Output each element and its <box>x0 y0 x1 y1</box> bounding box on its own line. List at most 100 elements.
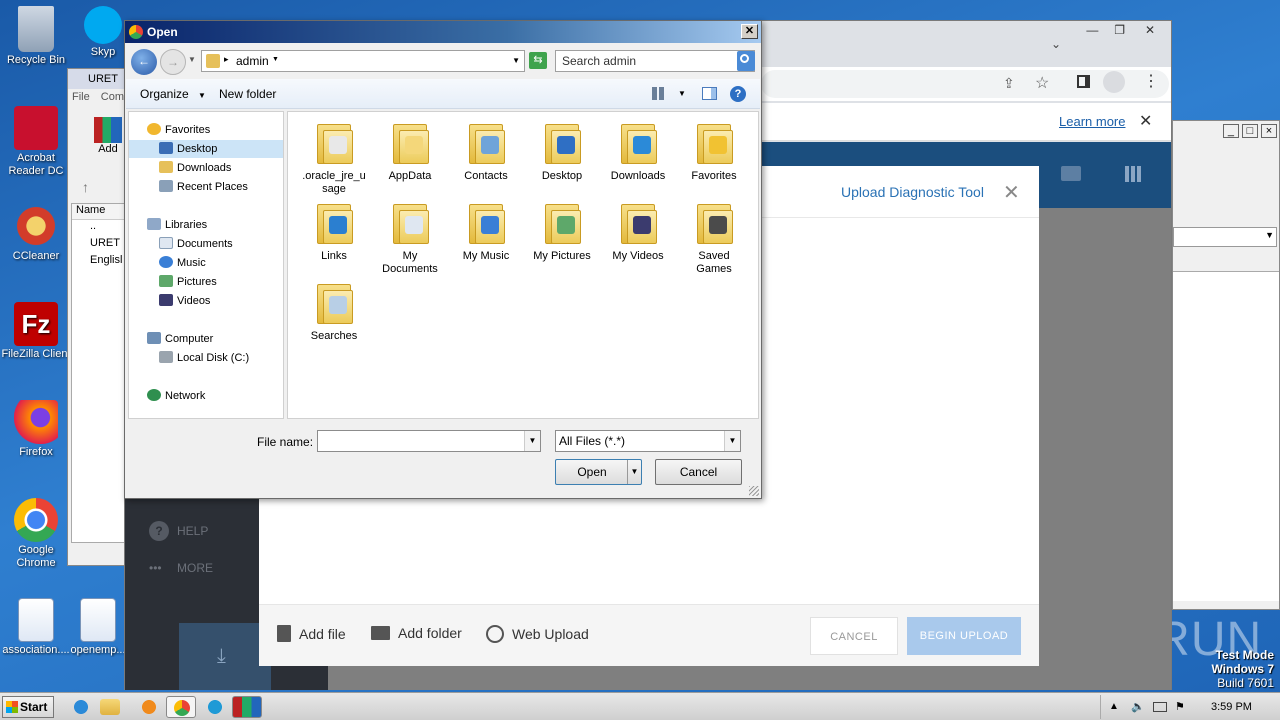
tray-expand-icon[interactable]: ▲ <box>1109 695 1119 719</box>
list-item[interactable]: .. <box>72 220 124 237</box>
folder-item[interactable]: Favorites <box>680 120 748 183</box>
nav-network[interactable]: Network <box>147 387 205 405</box>
file-type-select[interactable]: All Files (*.*) ▼ <box>555 430 741 452</box>
sidebar-item-help[interactable]: ? HELP <box>149 521 208 541</box>
folder-item[interactable]: My Videos <box>604 200 672 263</box>
desktop-icon-association-doc[interactable]: association.... <box>0 598 74 657</box>
address-history-chevron-icon[interactable]: ▼ <box>512 56 520 65</box>
folder-item[interactable]: Saved Games <box>680 200 748 276</box>
start-button[interactable]: Start <box>2 696 54 718</box>
sidebar-item-more[interactable]: ••• MORE <box>149 561 213 575</box>
breadcrumb-chevron-icon[interactable]: ▼ <box>272 56 279 63</box>
taskbar-winrar-icon[interactable] <box>232 696 262 718</box>
desktop-icon-chrome[interactable]: Google Chrome <box>0 498 74 570</box>
change-view-icon[interactable] <box>652 87 665 100</box>
nav-libraries[interactable]: Libraries <box>147 216 207 234</box>
learn-more-link[interactable]: Learn more <box>1059 114 1125 129</box>
apps-grid-icon[interactable] <box>1125 166 1141 182</box>
desktop-icon-acrobat[interactable]: Acrobat Reader DC <box>0 106 74 178</box>
desktop-icon-ccleaner[interactable]: CCleaner <box>0 204 74 263</box>
folder-item[interactable]: My Pictures <box>528 200 596 263</box>
preview-pane-icon[interactable] <box>702 87 717 100</box>
nav-local-disk[interactable]: Local Disk (C:) <box>159 349 249 367</box>
taskbar-ie-icon[interactable] <box>68 696 94 718</box>
desktop-icon-openemp-doc[interactable]: openemp... <box>68 598 128 657</box>
chevron-down-icon[interactable]: ▼ <box>724 431 740 451</box>
folder-item[interactable]: Searches <box>300 280 368 343</box>
folder-item[interactable]: Contacts <box>452 120 520 183</box>
desktop-icon-filezilla[interactable]: Fz FileZilla Client <box>0 302 74 361</box>
taskbar-explorer-icon[interactable] <box>100 699 120 715</box>
list-item[interactable]: URET <box>72 237 124 254</box>
desktop-icon-firefox[interactable]: Firefox <box>0 400 74 459</box>
nav-desktop[interactable]: Desktop <box>129 140 283 158</box>
uret-window[interactable]: URET File Com Add ↑ Name .. URET Englisl <box>67 68 127 566</box>
folder-item[interactable]: AppData <box>376 120 444 183</box>
desktop-icon-skype[interactable]: Skyp <box>80 6 126 59</box>
dialog-close-button[interactable]: ✕ <box>741 24 758 39</box>
view-chevron-icon[interactable]: ▼ <box>678 89 686 98</box>
nav-documents[interactable]: Documents <box>159 235 233 253</box>
restore-icon[interactable]: ❐ <box>1108 23 1132 37</box>
combo-box[interactable]: ▼ <box>1173 227 1277 247</box>
taskbar-edge-icon[interactable] <box>202 696 228 718</box>
web-upload-button[interactable]: Web Upload <box>486 625 589 643</box>
breadcrumb-admin[interactable]: admin <box>236 54 269 68</box>
nav-recent-places[interactable]: Recent Places <box>159 178 248 196</box>
uret-up-arrow-icon[interactable]: ↑ <box>82 179 89 195</box>
list-item[interactable]: Englisl <box>72 254 124 271</box>
menu-file[interactable]: File <box>72 91 90 103</box>
new-folder-button[interactable]: New folder <box>219 87 276 101</box>
resize-grip-icon[interactable] <box>749 486 759 496</box>
search-button[interactable] <box>737 51 755 71</box>
maximize-icon[interactable]: □ <box>1241 124 1258 138</box>
tab-search-chevron-icon[interactable]: ⌄ <box>1051 37 1061 51</box>
add-folder-button[interactable]: Add folder <box>371 625 462 641</box>
minimize-icon[interactable]: _ <box>1222 124 1239 138</box>
breadcrumb-separator-icon[interactable]: ▸ <box>224 54 229 65</box>
bookmark-star-icon[interactable]: ☆ <box>1035 73 1049 93</box>
menu-commands[interactable]: Com <box>101 91 124 103</box>
close-icon[interactable]: ✕ <box>1135 23 1165 37</box>
nav-music[interactable]: Music <box>159 254 206 272</box>
back-button[interactable]: ← <box>131 49 157 75</box>
taskbar-chrome-icon[interactable] <box>166 696 196 718</box>
organize-button[interactable]: Organize ▼ <box>140 87 206 101</box>
forward-button[interactable]: → <box>160 49 186 75</box>
folder-item[interactable]: Downloads <box>604 120 672 183</box>
clock[interactable]: 3:59 PM <box>1211 695 1252 719</box>
volume-icon[interactable]: 🔈 <box>1131 695 1145 719</box>
help-icon[interactable]: ? <box>730 86 746 102</box>
side-panel-icon[interactable] <box>1077 75 1090 88</box>
download-tile[interactable]: ⤓ <box>179 623 271 690</box>
taskbar-media-player-icon[interactable] <box>136 696 162 718</box>
file-name-input[interactable]: ▼ <box>317 430 541 452</box>
nav-downloads[interactable]: Downloads <box>159 159 231 177</box>
nav-pictures[interactable]: Pictures <box>159 273 217 291</box>
open-button[interactable]: Open ▼ <box>555 459 642 485</box>
address-bar[interactable]: ▸ admin ▼ ▼ <box>201 50 525 72</box>
desktop-icon-recycle-bin[interactable]: Recycle Bin <box>0 6 74 67</box>
cancel-dialog-button[interactable]: Cancel <box>655 459 742 485</box>
folder-item[interactable]: My Music <box>452 200 520 263</box>
close-icon[interactable]: × <box>1261 124 1277 138</box>
nav-computer[interactable]: Computer <box>147 330 213 348</box>
folder-item[interactable]: My Documents <box>376 200 444 276</box>
col-header-name[interactable]: Name <box>72 204 124 220</box>
begin-upload-button[interactable]: BEGIN UPLOAD <box>907 617 1021 655</box>
folder-item[interactable]: Desktop <box>528 120 596 183</box>
background-window-right[interactable]: _ □ × ▼ <box>1172 120 1280 610</box>
folder-item[interactable]: Links <box>300 200 368 263</box>
flag-icon[interactable]: ⚑ <box>1175 695 1185 719</box>
network-tray-icon[interactable] <box>1153 702 1167 712</box>
recent-pages-chevron-icon[interactable]: ▼ <box>188 55 196 64</box>
add-file-button[interactable]: Add file <box>277 625 346 642</box>
share-icon[interactable]: ⇪ <box>1003 75 1015 92</box>
refresh-button[interactable]: ⇆ <box>529 52 547 69</box>
minimize-icon[interactable]: — <box>1080 23 1104 37</box>
infobar-close-icon[interactable]: ✕ <box>1139 111 1152 131</box>
search-input[interactable]: Search admin <box>555 50 755 72</box>
chevron-down-icon[interactable]: ▼ <box>524 431 540 451</box>
cancel-button[interactable]: CANCEL <box>810 617 898 655</box>
uret-filelist[interactable]: Name .. URET Englisl <box>71 203 125 543</box>
